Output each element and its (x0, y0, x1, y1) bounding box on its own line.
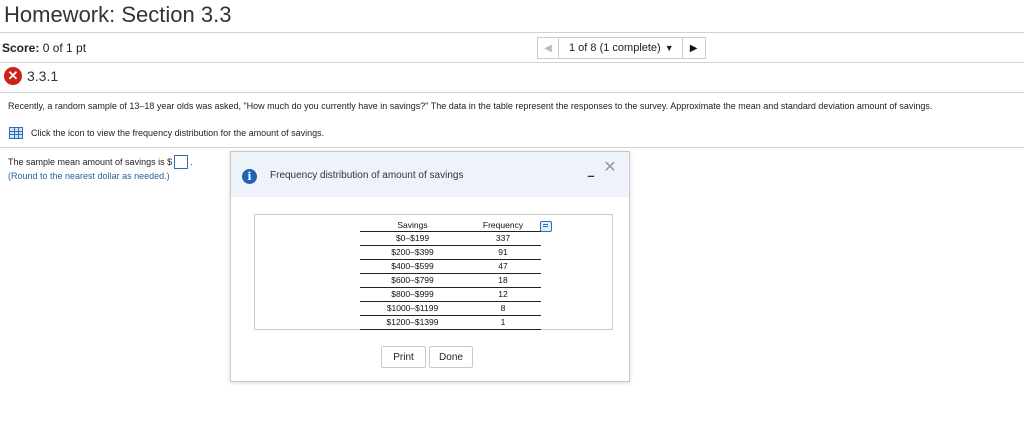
question-navigator: ◀ 1 of 8 (1 complete) ▼ ▶ (537, 37, 706, 59)
savings-cell: $400–$599 (360, 259, 465, 274)
triangle-left-icon: ◀ (544, 42, 552, 54)
divider (0, 92, 1024, 93)
savings-cell: $1000–$1199 (360, 301, 465, 316)
page-title: Homework: Section 3.3 (4, 2, 232, 27)
frequency-cell: 8 (465, 301, 541, 316)
savings-cell: $200–$399 (360, 245, 465, 260)
copy-data-icon[interactable] (540, 221, 552, 232)
table-row: $200–$399 91 (360, 245, 541, 260)
close-button[interactable]: ✕ (602, 160, 618, 176)
minimize-button[interactable]: – (584, 168, 598, 183)
previous-question-button[interactable]: ◀ (537, 37, 559, 59)
savings-cell: $800–$999 (360, 287, 465, 302)
view-table-label: Click the icon to view the frequency dis… (31, 128, 325, 138)
column-header-savings: Savings (397, 220, 428, 230)
score-display: Score: 0 of 1 pt (2, 41, 86, 55)
frequency-cell: 18 (465, 273, 541, 288)
divider (0, 147, 1024, 148)
question-header: ✕ 3.3.1 (4, 67, 58, 85)
question-number: 3.3.1 (27, 68, 59, 84)
question-position: 1 of 8 (1 complete) (569, 42, 661, 54)
frequency-cell: 12 (465, 287, 541, 302)
table-row: $1200–$1399 1 (360, 315, 541, 330)
frequency-cell: 337 (465, 231, 541, 246)
frequency-cell: 1 (465, 315, 541, 330)
frequency-cell: 47 (465, 259, 541, 274)
frequency-table: Savings Frequency $0–$199 337 $200–$399 … (360, 219, 541, 330)
divider (0, 32, 1024, 33)
next-question-button[interactable]: ▶ (682, 37, 706, 59)
table-grid-icon[interactable] (9, 127, 23, 139)
question-text: Recently, a random sample of 13–18 year … (8, 101, 933, 111)
answer-input[interactable] (174, 155, 189, 169)
table-row: $800–$999 12 (360, 287, 541, 302)
savings-cell: $0–$199 (360, 231, 465, 246)
table-row: $0–$199 337 (360, 231, 541, 246)
column-header-frequency: Frequency (482, 220, 524, 230)
answer-row: The sample mean amount of savings is $ . (8, 155, 193, 169)
table-row: $600–$799 18 (360, 273, 541, 288)
score-label: Score: (2, 41, 40, 55)
frequency-distribution-dialog: i Frequency distribution of amount of sa… (230, 151, 630, 382)
dialog-header: i Frequency distribution of amount of sa… (231, 152, 629, 197)
score-value: 0 of 1 pt (42, 41, 87, 55)
view-table-link[interactable]: Click the icon to view the frequency dis… (9, 127, 324, 139)
rounding-hint: (Round to the nearest dollar as needed.) (8, 171, 170, 181)
table-row: $400–$599 47 (360, 259, 541, 274)
print-button[interactable]: Print (381, 346, 426, 368)
frequency-cell: 91 (465, 245, 541, 260)
table-container: Savings Frequency $0–$199 337 $200–$399 … (254, 214, 613, 330)
savings-cell: $600–$799 (360, 273, 465, 288)
dialog-title: Frequency distribution of amount of savi… (270, 170, 464, 181)
triangle-right-icon: ▶ (689, 42, 698, 54)
savings-cell: $1200–$1399 (360, 315, 465, 330)
answer-prompt: The sample mean amount of savings is $ (8, 157, 173, 167)
question-select-dropdown[interactable]: 1 of 8 (1 complete) ▼ (559, 37, 683, 59)
info-icon: i (242, 169, 257, 184)
x-circle-icon: ✕ (4, 67, 22, 85)
divider (0, 62, 1024, 63)
table-row: $1000–$1199 8 (360, 301, 541, 316)
done-button[interactable]: Done (429, 346, 473, 368)
triangle-down-icon: ▼ (664, 43, 674, 53)
